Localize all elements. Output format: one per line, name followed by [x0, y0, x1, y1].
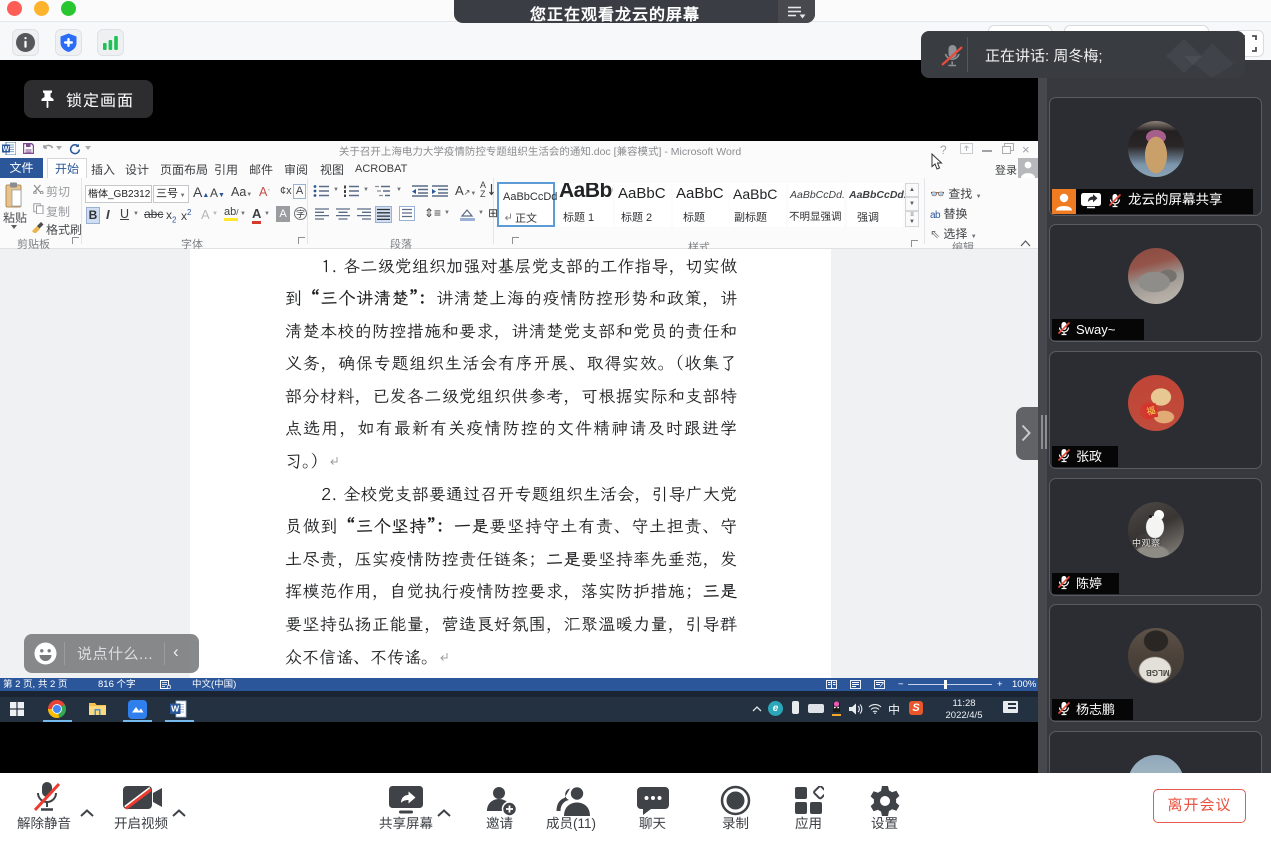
svg-text:W: W [3, 146, 10, 153]
svg-text:W: W [171, 704, 180, 714]
